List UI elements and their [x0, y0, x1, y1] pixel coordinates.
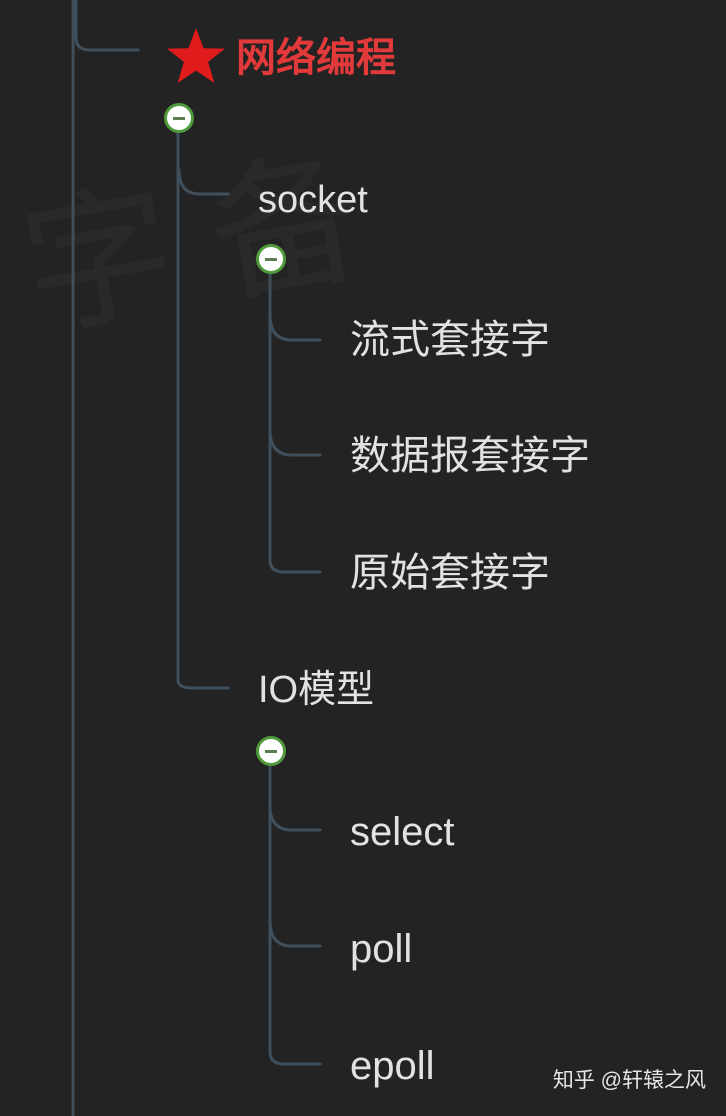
- source-credit: 知乎 @轩辕之风: [552, 1069, 706, 1092]
- mindmap-canvas: 字备 网络编程 socket 流式套接字 数据报套接字 原始套接字 IO模型 s…: [0, 0, 726, 1116]
- leaf-poll[interactable]: poll: [350, 929, 412, 969]
- branch-connector-socket: [177, 168, 230, 196]
- branch-io-model-label[interactable]: IO模型: [258, 671, 374, 709]
- io-trunk: [268, 748, 322, 1066]
- collapse-minus-icon[interactable]: [256, 736, 286, 766]
- leaf-epoll[interactable]: epoll: [350, 1046, 435, 1086]
- collapse-minus-icon[interactable]: [164, 103, 194, 133]
- socket-trunk: [268, 256, 322, 574]
- child-connector-2: [268, 428, 322, 457]
- collapse-minus-icon[interactable]: [256, 244, 286, 274]
- child-connector-1: [268, 313, 322, 342]
- star-icon: [167, 28, 225, 83]
- child-connector-5: [268, 919, 322, 948]
- branch-trunk: [176, 116, 230, 690]
- leaf-stream-socket[interactable]: 流式套接字: [350, 320, 550, 360]
- root-node-label[interactable]: 网络编程: [236, 38, 396, 78]
- leaf-datagram-socket[interactable]: 数据报套接字: [350, 436, 590, 476]
- root-connector: [74, 0, 140, 52]
- leaf-select[interactable]: select: [350, 812, 455, 852]
- leaf-raw-socket[interactable]: 原始套接字: [350, 553, 550, 593]
- branch-socket-label[interactable]: socket: [258, 181, 368, 219]
- child-connector-4: [268, 804, 322, 832]
